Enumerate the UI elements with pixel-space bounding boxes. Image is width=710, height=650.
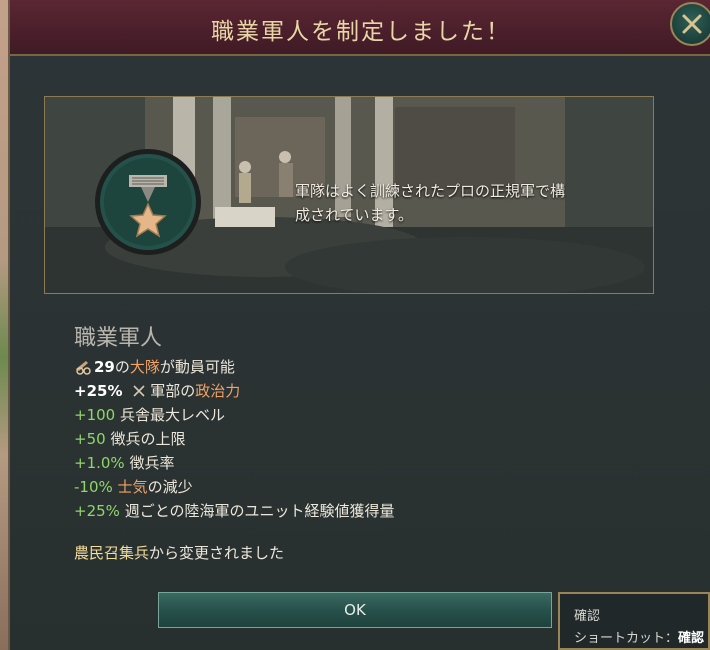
ok-tooltip: 確認 ショートカット：確認	[558, 592, 710, 650]
morale-link[interactable]: 士気	[118, 478, 148, 496]
crossed-swords-icon	[133, 385, 145, 397]
close-button[interactable]	[670, 2, 710, 46]
tooltip-shortcut: ショートカット：確認	[574, 628, 708, 648]
effect-morale: -10% 士気の減少	[74, 476, 674, 500]
effect-value: 29	[94, 358, 115, 376]
dialog-title: 職業軍人を制定しました！	[211, 19, 511, 45]
effect-political-power: +25% 軍部の政治力	[74, 380, 674, 404]
previous-law-name[interactable]: 農民召集兵	[74, 544, 149, 562]
law-banner: 軍隊はよく訓練されたプロの正規軍で構 成されています。	[44, 96, 654, 294]
battalion-link[interactable]: 大隊	[130, 358, 160, 376]
tooltip-shortcut-value: 確認	[678, 631, 705, 646]
changed-from-note: 農民召集兵から変更されました	[74, 542, 674, 563]
tooltip-title: 確認	[574, 609, 601, 624]
tooltip-shortcut-label: ショートカット：	[574, 631, 679, 646]
law-details: 職業軍人 29の大隊が動員可能 +25% 軍部の政治力 +100 兵舎最大レベル…	[74, 320, 674, 563]
cannon-icon	[76, 361, 91, 375]
dialog-titlebar: 職業軍人を制定しました！	[10, 0, 710, 56]
effect-value: +100	[74, 406, 116, 424]
effect-text: の減少	[147, 478, 193, 496]
effect-value: +50	[74, 430, 106, 448]
effect-value: -10%	[74, 478, 113, 496]
effect-battalions: 29の大隊が動員可能	[74, 356, 674, 380]
effect-value: +25%	[74, 502, 120, 520]
law-emblem-icon	[95, 149, 201, 255]
political-power-link[interactable]: 政治力	[195, 382, 240, 400]
effect-barracks: +100 兵舎最大レベル	[74, 404, 674, 428]
effect-prefix: 軍部の	[150, 382, 196, 400]
effect-value: +25%	[74, 382, 123, 400]
law-name: 職業軍人	[74, 326, 163, 351]
effect-experience: +25% 週ごとの陸海軍のユニット経験値獲得量	[74, 500, 674, 524]
effect-prefix: の	[114, 358, 130, 376]
law-description-line2: 成されています。	[295, 206, 414, 224]
law-description: 軍隊はよく訓練されたプロの正規軍で構 成されています。	[295, 179, 625, 227]
effect-conscription-rate: +1.0% 徴兵率	[74, 452, 674, 476]
effect-text: 徴兵の上限	[110, 430, 186, 448]
effect-text: 徴兵率	[129, 454, 175, 472]
ok-button[interactable]: OK	[158, 592, 552, 628]
law-description-line1: 軍隊はよく訓練されたプロの正規軍で構	[295, 182, 566, 200]
effect-value: +1.0%	[74, 454, 125, 472]
effect-text: 兵舎最大レベル	[119, 406, 225, 424]
close-icon	[682, 14, 702, 34]
changed-from-text: から変更されました	[149, 544, 285, 562]
effect-text: が動員可能	[159, 358, 235, 376]
effect-conscription-cap: +50 徴兵の上限	[74, 428, 674, 452]
effect-text: 週ごとの陸海軍のユニット経験値獲得量	[124, 502, 395, 520]
